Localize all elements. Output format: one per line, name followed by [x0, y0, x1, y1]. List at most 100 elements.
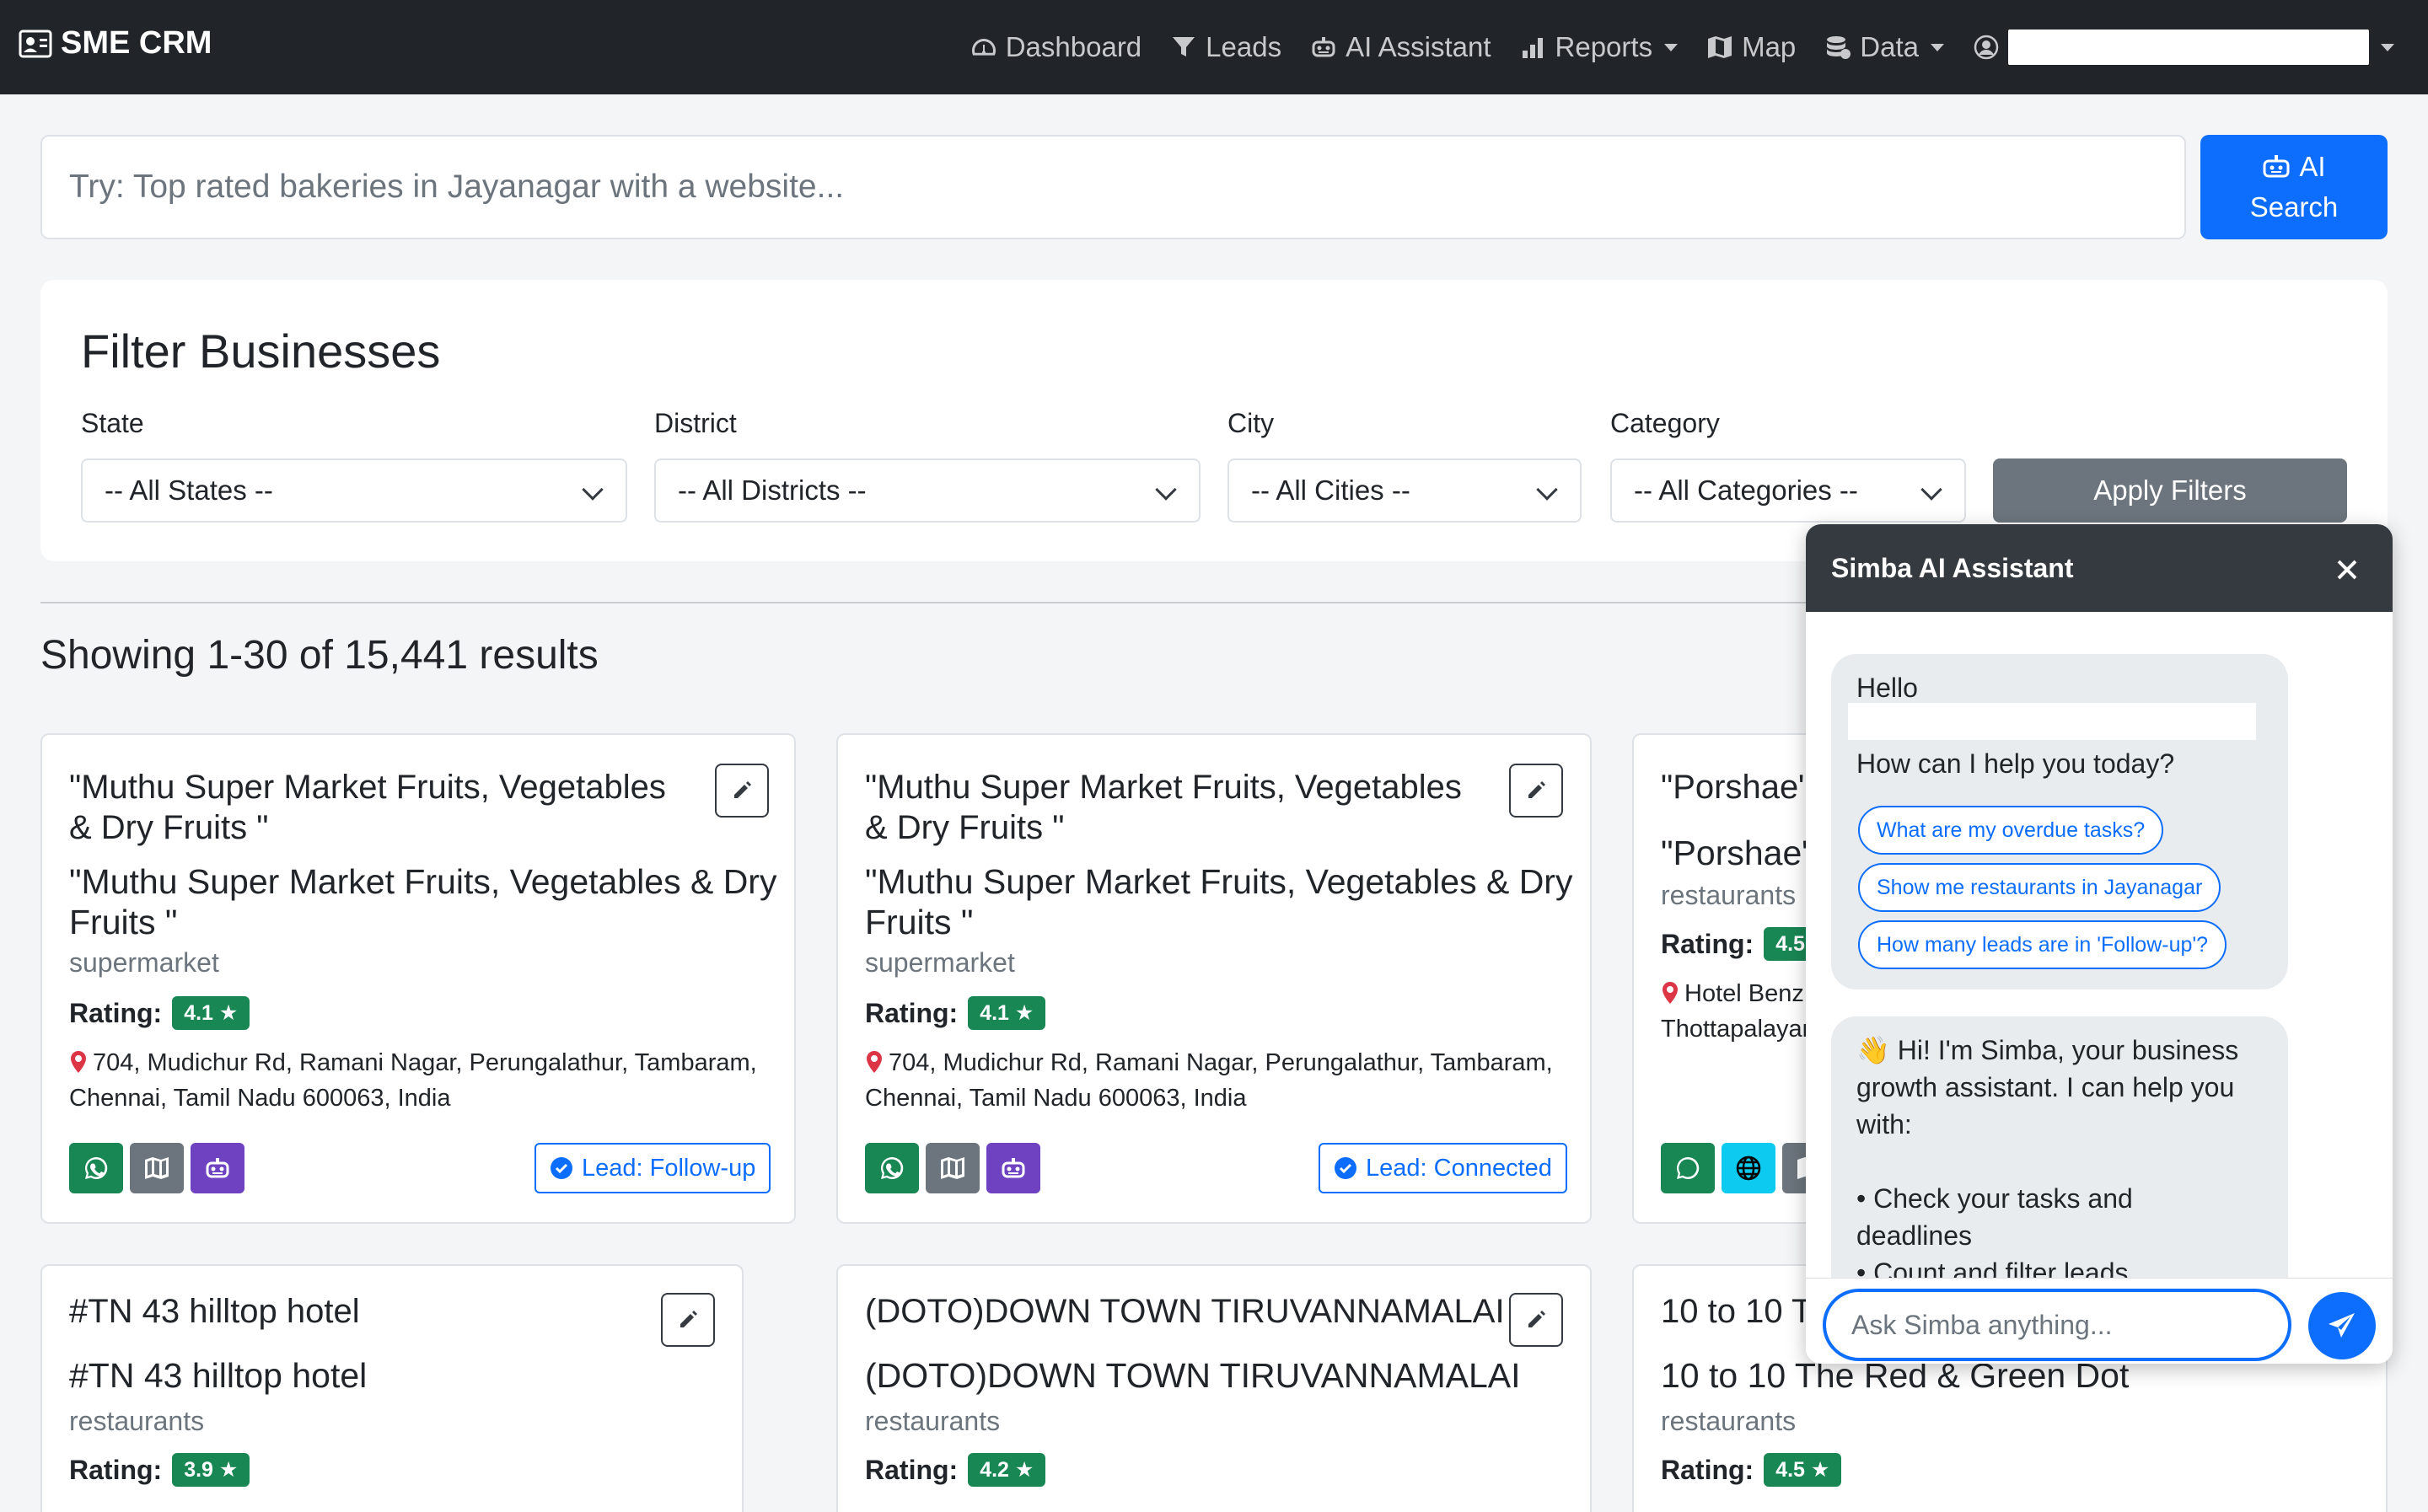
suggestion-chip[interactable]: What are my overdue tasks?: [1858, 806, 2164, 855]
rating-label: Rating:: [1661, 928, 1754, 959]
robot-icon: [206, 1158, 229, 1178]
city-select[interactable]: -- All Cities --: [1227, 458, 1582, 523]
check-circle-icon: [551, 1157, 572, 1179]
category-select[interactable]: -- All Categories --: [1610, 458, 1966, 523]
rating-badge: 3.9 ★: [172, 1453, 250, 1487]
whatsapp-button[interactable]: [1661, 1143, 1715, 1193]
brand-name: SME CRM: [61, 25, 212, 61]
district-select-value: -- All Districts --: [678, 475, 867, 506]
address-line1: 704, Mudichur Rd, Ramani Nagar, Perungal…: [93, 1049, 757, 1076]
brand[interactable]: SME CRM: [19, 25, 212, 62]
business-rating: Rating: 4.1 ★: [69, 996, 250, 1030]
state-label: State: [81, 408, 144, 438]
pencil-icon: [734, 781, 751, 798]
address-line2: Chennai, Tamil Nadu 600063, India: [69, 1085, 451, 1112]
business-name: "Muthu Super Market Fruits, Vegetables &…: [69, 767, 666, 848]
top-navbar: SME CRM Dashboard Leads AI Assistant Rep…: [0, 0, 2428, 94]
map-icon: [1708, 36, 1732, 58]
chat-message-bot: Hello How can I help you today? What are…: [1831, 654, 2288, 989]
nav-dashboard[interactable]: Dashboard: [970, 31, 1141, 63]
nav-ai-assistant[interactable]: AI Assistant: [1310, 31, 1491, 63]
rating-label: Rating:: [69, 1454, 163, 1485]
business-address: 704, Mudichur Rd, Ramani Nagar, Perungal…: [69, 1045, 757, 1116]
nav-reports[interactable]: Reports: [1520, 31, 1679, 63]
location-pin-icon: [867, 1051, 882, 1073]
nav-data[interactable]: Data: [1824, 31, 1944, 63]
apply-filters-button[interactable]: Apply Filters: [1993, 458, 2347, 523]
business-rating: Rating: 4.2 ★: [865, 1453, 1046, 1487]
website-button[interactable]: [1722, 1143, 1775, 1193]
business-card: #TN 43 hilltop hotel #TN 43 hilltop hote…: [40, 1264, 744, 1512]
category-label: Category: [1610, 408, 1720, 438]
chat-messages[interactable]: Hello How can I help you today? What are…: [1806, 612, 2393, 1278]
edit-button[interactable]: [715, 764, 769, 818]
ai-search-input[interactable]: [40, 135, 2186, 239]
nav-data-label: Data: [1860, 31, 1919, 62]
address-line1: Hotel Benz: [1684, 980, 1804, 1007]
edit-button[interactable]: [661, 1293, 715, 1347]
rating-value: 4.5: [1775, 932, 1805, 956]
chat-intro-line1: 👋 Hi! I'm Simba, your business: [1856, 1035, 2239, 1065]
whatsapp-button[interactable]: [69, 1143, 123, 1193]
business-address: Hotel Benz Thottapalayam: [1661, 976, 1823, 1047]
ai-button[interactable]: [986, 1143, 1040, 1193]
nav-ai-assistant-label: AI Assistant: [1346, 31, 1491, 62]
results-summary: Showing 1-30 of 15,441 results: [40, 633, 599, 678]
lead-status-badge[interactable]: Lead: Follow-up: [534, 1143, 771, 1193]
edit-button[interactable]: [1509, 1293, 1563, 1347]
nav-user-menu[interactable]: [1973, 29, 2394, 65]
state-select[interactable]: -- All States --: [81, 458, 627, 523]
rating-badge: 4.1 ★: [968, 996, 1046, 1030]
nav-leads-label: Leads: [1206, 31, 1282, 62]
business-card: "Muthu Super Market Fruits, Vegetables &…: [40, 733, 796, 1224]
address-line1: 704, Mudichur Rd, Ramani Nagar, Perungal…: [889, 1049, 1553, 1076]
chat-input[interactable]: [1823, 1289, 2291, 1361]
map-button[interactable]: [926, 1143, 980, 1193]
close-icon[interactable]: [2335, 558, 2359, 582]
business-category: restaurants: [865, 1406, 1001, 1436]
business-subtitle-line1: "Muthu Super Market Fruits, Vegetables &…: [865, 862, 1573, 901]
business-name: "Porshae": [1661, 769, 1811, 806]
business-name-line2: & Dry Fruits ": [865, 809, 1065, 846]
district-select[interactable]: -- All Districts --: [654, 458, 1201, 523]
location-pin-icon: [71, 1051, 86, 1073]
robot-icon: [1312, 37, 1335, 57]
send-button[interactable]: [2308, 1292, 2376, 1359]
rating-value: 4.1: [184, 1001, 213, 1025]
lead-status-badge[interactable]: Lead: Connected: [1319, 1143, 1567, 1193]
filter-title: Filter Businesses: [81, 324, 441, 378]
whatsapp-button[interactable]: [865, 1143, 919, 1193]
business-address: 704, Mudichur Rd, Ramani Nagar, Perungal…: [865, 1045, 1553, 1116]
ai-button[interactable]: [191, 1143, 244, 1193]
chat-greeting: Hello: [1856, 673, 1918, 703]
map-icon: [145, 1157, 169, 1179]
suggestion-chip[interactable]: Show me restaurants in Jayanagar: [1858, 863, 2221, 912]
chevron-down-icon: [582, 479, 604, 501]
business-subtitle: "Muthu Super Market Fruits, Vegetables &…: [69, 861, 776, 942]
whatsapp-icon: [881, 1156, 904, 1179]
ai-search-button[interactable]: AI Search: [2200, 135, 2388, 239]
check-circle-icon: [1335, 1157, 1356, 1179]
nav-map[interactable]: Map: [1706, 31, 1796, 63]
map-icon: [941, 1157, 964, 1179]
chat-message-bot: 👋 Hi! I'm Simba, your business growth as…: [1831, 1016, 2288, 1278]
database-icon: [1827, 36, 1851, 59]
suggestion-chip[interactable]: How many leads are in 'Follow-up'?: [1858, 920, 2227, 969]
chat-bullet-line: • Check your tasks and: [1856, 1183, 2133, 1214]
business-subtitle: (DOTO)DOWN TOWN TIRUVANNAMALAI: [865, 1356, 1521, 1395]
business-subtitle-line2: Fruits ": [69, 903, 178, 941]
simba-chat-widget: Simba AI Assistant Hello How can I help …: [1806, 524, 2393, 1364]
business-subtitle-line1: "Muthu Super Market Fruits, Vegetables &…: [69, 862, 777, 901]
edit-button[interactable]: [1509, 764, 1563, 818]
business-name: (DOTO)DOWN TOWN TIRUVANNAMALAI: [865, 1293, 1505, 1330]
robot-icon: [2263, 155, 2290, 178]
rating-label: Rating:: [69, 997, 163, 1028]
address-line2: Chennai, Tamil Nadu 600063, India: [865, 1085, 1247, 1112]
nav-leads[interactable]: Leads: [1170, 31, 1281, 63]
chat-title: Simba AI Assistant: [1831, 553, 2074, 583]
rating-badge: 4.1 ★: [172, 996, 250, 1030]
map-button[interactable]: [130, 1143, 184, 1193]
chevron-down-icon: [1536, 479, 1558, 501]
nav-reports-label: Reports: [1555, 31, 1653, 62]
business-card: "Muthu Super Market Fruits, Vegetables &…: [836, 733, 1592, 1224]
